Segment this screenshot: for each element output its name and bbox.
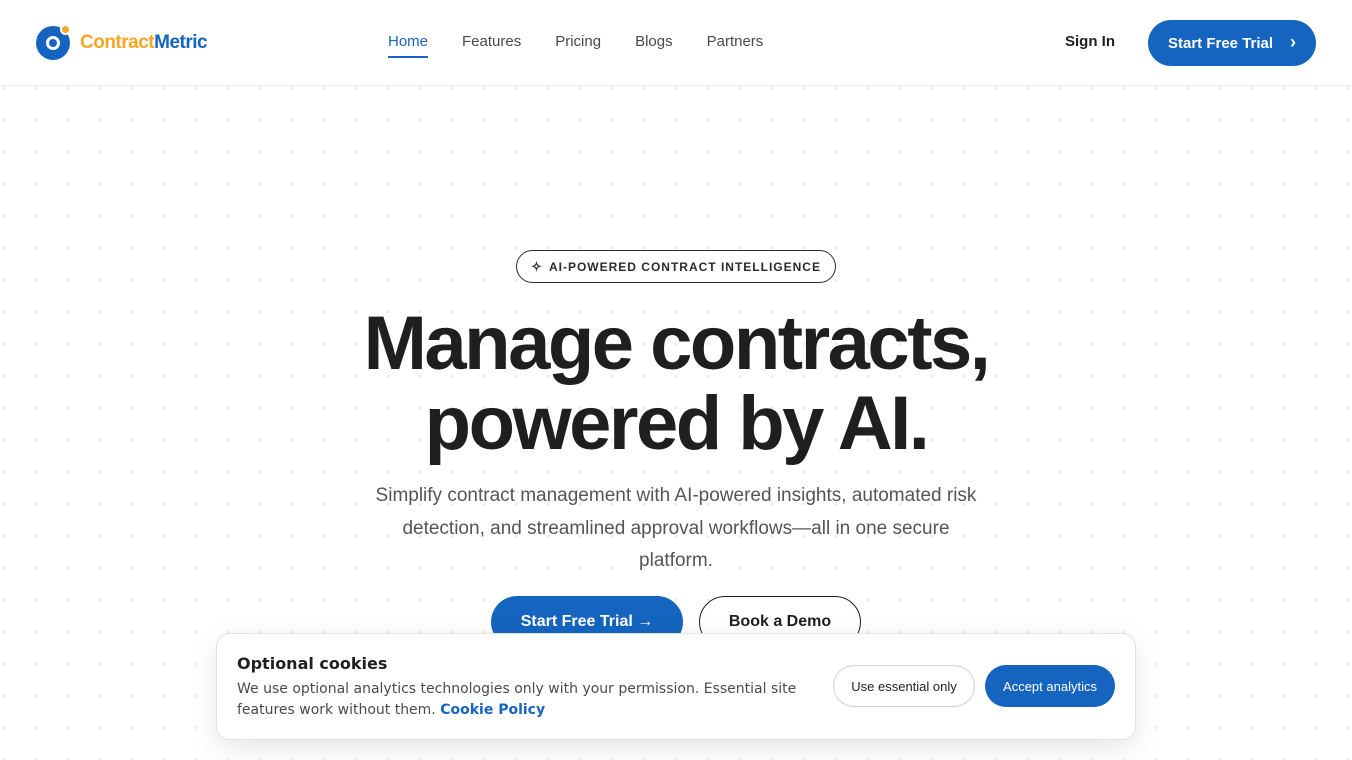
hero-subhead: Simplify contract management with AI-pow… xyxy=(375,485,977,571)
nav-item-partners[interactable]: Partners xyxy=(707,33,764,58)
nav-item-pricing[interactable]: Pricing xyxy=(555,33,601,58)
chevron-right-icon: › xyxy=(1290,32,1296,52)
nav-item-blogs[interactable]: Blogs xyxy=(635,33,673,58)
logo-word-metric: Metric xyxy=(154,32,208,53)
site-header: ContractMetric Home Features Pricing Blo… xyxy=(0,0,1352,86)
main-nav: Home Features Pricing Blogs Partners xyxy=(388,33,763,58)
logo-wordmark: ContractMetric xyxy=(80,32,208,54)
ai-badge-label: AI-POWERED CONTRACT INTELLIGENCE xyxy=(548,259,821,274)
hero-headline-line2: powered by AI. xyxy=(424,381,930,466)
sparkle-icon: ✧ xyxy=(531,258,543,274)
logo-word-contract: Contract xyxy=(80,32,155,53)
hero-headline-line1: Manage contracts, xyxy=(363,301,991,386)
cookie-banner-text: We use optional analytics technologies o… xyxy=(237,679,797,721)
nav-item-home[interactable]: Home xyxy=(388,33,429,58)
hero-headline: Manage contracts, powered by AI. xyxy=(276,304,1076,464)
logo-icon xyxy=(36,24,71,60)
accept-analytics-button[interactable]: Accept analytics xyxy=(985,665,1115,707)
nav-item-features[interactable]: Features xyxy=(462,33,521,58)
logo[interactable]: ContractMetric xyxy=(36,24,208,60)
cookie-banner-title: Optional cookies xyxy=(237,654,388,673)
sign-in-link[interactable]: Sign In xyxy=(1065,33,1115,50)
ai-badge: ✧ AI-POWERED CONTRACT INTELLIGENCE xyxy=(516,250,836,283)
cookie-banner: Optional cookies We use optional analyti… xyxy=(216,633,1136,740)
start-free-trial-button[interactable]: Start Free Trial › xyxy=(1148,20,1316,66)
start-free-trial-label: Start Free Trial xyxy=(1168,34,1274,52)
use-essential-only-button[interactable]: Use essential only xyxy=(833,665,975,707)
cookie-policy-link[interactable]: Cookie Policy xyxy=(440,702,545,718)
